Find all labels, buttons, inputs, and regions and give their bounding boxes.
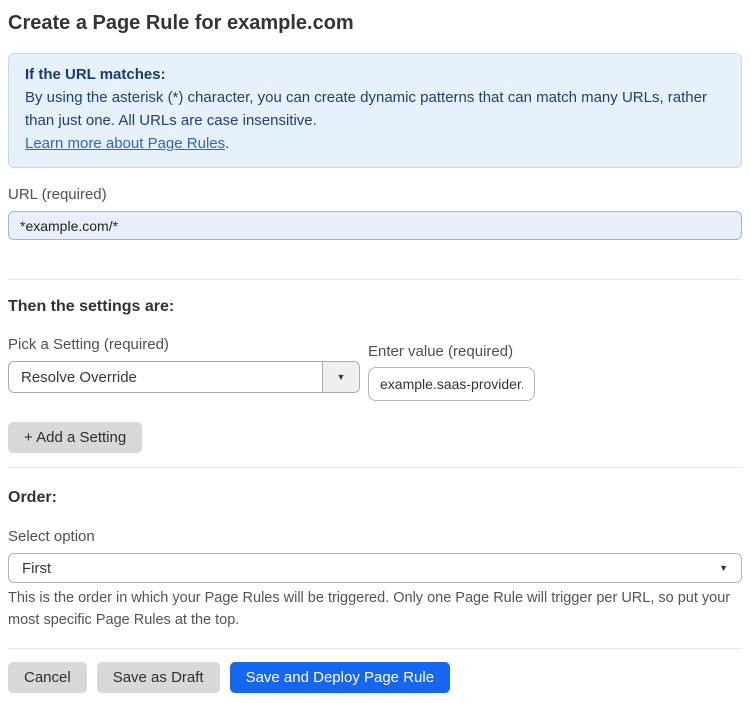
url-label: URL (required) (8, 186, 107, 203)
url-match-info-box: If the URL matches: By using the asteris… (8, 53, 742, 168)
page-title: Create a Page Rule for example.com (8, 12, 354, 34)
setting-value-input[interactable] (368, 367, 535, 401)
add-setting-button[interactable]: + Add a Setting (8, 422, 143, 453)
order-select-value: First (22, 559, 52, 577)
cancel-button[interactable]: Cancel (8, 662, 87, 693)
setting-picker-dropdown[interactable]: Resolve Override ▼ (8, 361, 360, 393)
chevron-down-icon: ▼ (719, 563, 728, 573)
info-box-link-line: Learn more about Page Rules. (25, 132, 725, 155)
select-option-label: Select option (8, 528, 95, 545)
create-page-rule-form: Create a Page Rule for example.com If th… (0, 12, 750, 693)
setting-value-column: Enter value (required) (368, 336, 535, 401)
settings-row: Pick a Setting (required) Resolve Overri… (8, 336, 742, 401)
info-box-heading: If the URL matches: (25, 66, 166, 83)
save-deploy-button[interactable]: Save and Deploy Page Rule (229, 662, 451, 693)
setting-picker-column: Pick a Setting (required) Resolve Overri… (8, 336, 360, 393)
setting-picker-label: Pick a Setting (required) (8, 336, 169, 353)
info-box-body: By using the asterisk (*) character, you… (25, 89, 707, 129)
url-input[interactable] (8, 211, 742, 240)
chevron-down-glyph: ▼ (336, 372, 346, 382)
order-heading: Order: (8, 489, 57, 506)
footer-divider (8, 648, 742, 649)
chevron-down-glyph: ▼ (719, 563, 728, 573)
settings-heading: Then the settings are: (8, 298, 175, 315)
save-draft-button[interactable]: Save as Draft (96, 662, 220, 693)
footer-buttons: Cancel Save as Draft Save and Deploy Pag… (8, 662, 742, 693)
learn-more-link[interactable]: Learn more about Page Rules (25, 135, 225, 152)
order-help-text: This is the order in which your Page Rul… (8, 590, 731, 628)
chevron-down-icon[interactable]: ▼ (322, 362, 359, 392)
section-divider (8, 467, 742, 468)
order-select[interactable]: First ▼ (8, 553, 742, 583)
section-divider (8, 279, 742, 280)
setting-picker-value: Resolve Override (21, 368, 137, 386)
link-period: . (225, 135, 230, 152)
enter-value-label: Enter value (required) (368, 343, 514, 360)
